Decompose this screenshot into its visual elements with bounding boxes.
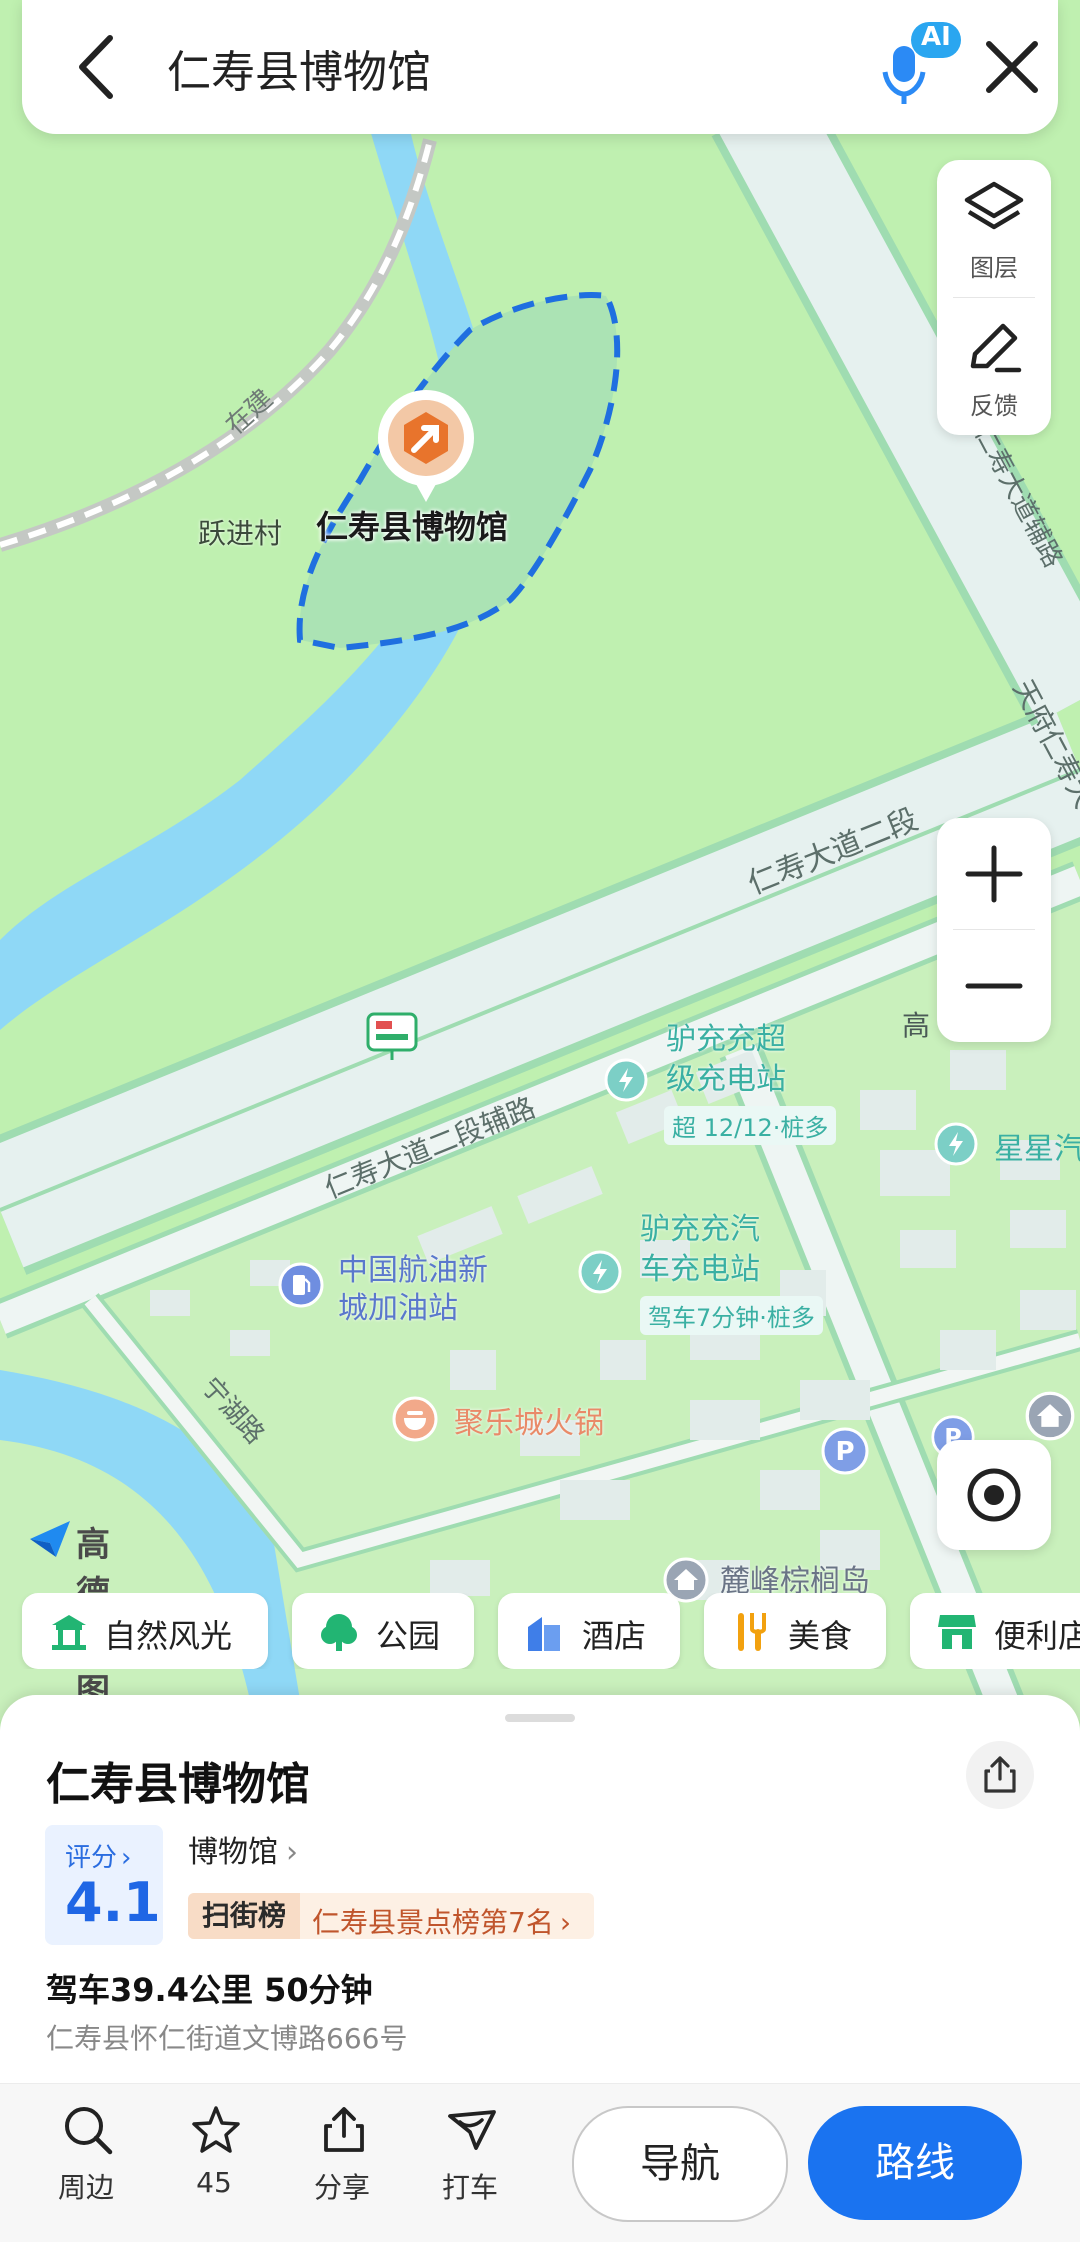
chip-hotel[interactable]: 酒店 xyxy=(498,1593,680,1669)
zoom-in-button[interactable] xyxy=(937,818,1051,930)
feedback-label: 反馈 xyxy=(970,392,1018,420)
taxi-label: 打车 xyxy=(441,2171,498,2204)
category-text: 博物馆 xyxy=(188,1835,278,1870)
restaurant-icon[interactable] xyxy=(392,1396,438,1442)
village-label: 跃进村 xyxy=(198,517,283,550)
charger1-info: 超 12/12·桩多 xyxy=(664,1106,837,1145)
star-icon xyxy=(192,2106,240,2153)
chip-food[interactable]: 美食 xyxy=(704,1593,886,1669)
rating-value: 4.1 xyxy=(65,1871,161,1934)
layers-button[interactable]: 图层 xyxy=(937,160,1051,296)
tree-icon xyxy=(321,1614,357,1651)
svg-text:P: P xyxy=(835,1437,854,1467)
chip-label: 便利店 xyxy=(994,1617,1080,1655)
route-button[interactable]: 路线 xyxy=(808,2106,1022,2220)
plus-icon xyxy=(965,845,1023,903)
chip-scenery[interactable]: 自然风光 xyxy=(22,1593,268,1669)
poi-address: 仁寿县怀仁街道文博路666号 xyxy=(46,2022,408,2055)
drive-info: 驾车39.4公里 50分钟 xyxy=(46,1971,373,2009)
search-query-text[interactable]: 仁寿县博物馆 xyxy=(167,36,431,100)
rating-box[interactable]: 评分 › 4.1 xyxy=(45,1825,163,1945)
chevron-right-icon: › xyxy=(286,1835,298,1870)
residential-icon[interactable] xyxy=(1024,1390,1076,1442)
search-icon xyxy=(65,2107,113,2155)
nearby-label: 周边 xyxy=(57,2171,114,2204)
logo-arrow-icon xyxy=(30,1521,70,1557)
edit-pencil-icon xyxy=(970,323,1022,373)
chip-convenience[interactable]: 便利店 xyxy=(910,1593,1080,1669)
chevron-right-icon: › xyxy=(559,1906,572,1939)
share-action-button[interactable]: 分享 xyxy=(292,2104,392,2214)
gas-line1: 中国航油新 xyxy=(338,1253,488,1288)
charger2-line1: 驴充充汽 xyxy=(640,1212,760,1247)
charger2-line2: 车充电站 xyxy=(640,1252,760,1287)
charging-station-icon[interactable] xyxy=(934,1122,978,1166)
sheet-drag-handle[interactable] xyxy=(505,1714,575,1722)
favorite-count: 45 xyxy=(196,2166,232,2199)
fork-knife-icon xyxy=(738,1613,766,1651)
rank-text: 仁寿县景点榜第7名 › xyxy=(312,1901,571,1941)
map-canvas[interactable]: 仁寿县博物馆 跃进村 在建 仁寿大道二段 仁寿大道二段辅路 仁寿大道辅路 天府仁… xyxy=(0,0,1080,1720)
map-tools-panel: 图层 反馈 xyxy=(937,160,1051,435)
rating-label: 评分 › xyxy=(65,1837,131,1874)
taxi-button[interactable]: 打车 xyxy=(420,2104,520,2214)
bus-stop-icon[interactable] xyxy=(366,1012,418,1062)
rating-label-text: 评分 xyxy=(65,1843,118,1873)
gas-line2: 城加油站 xyxy=(338,1291,458,1326)
zoom-out-button[interactable] xyxy=(937,930,1051,1042)
hotpot-label[interactable]: 聚乐城火锅 xyxy=(454,1398,604,1442)
edge-station-label: 星星汽 xyxy=(994,1132,1080,1167)
poi-title: 仁寿县博物馆 xyxy=(46,1759,310,1810)
rank-text-value: 仁寿县景点榜第7名 xyxy=(312,1906,554,1939)
gas-station-icon[interactable] xyxy=(278,1262,324,1308)
share-button[interactable] xyxy=(966,1741,1034,1809)
ai-voice-button[interactable]: AI xyxy=(877,20,967,110)
charger2-name[interactable]: 驴充充汽 车充电站 xyxy=(640,1210,760,1290)
locate-me-button[interactable] xyxy=(937,1440,1051,1550)
navigate-button[interactable]: 导航 xyxy=(572,2106,788,2222)
parking-icon[interactable]: P xyxy=(820,1426,870,1476)
ranking-tag[interactable]: 扫街榜 仁寿县景点榜第7名 › xyxy=(188,1893,594,1939)
back-arrow-icon[interactable] xyxy=(62,28,132,106)
search-bar[interactable]: 仁寿县博物馆 AI xyxy=(22,0,1058,134)
charging-station-icon[interactable] xyxy=(604,1058,648,1102)
share-icon xyxy=(324,2107,364,2152)
edge-gao-label: 高 xyxy=(902,1009,931,1042)
chip-label: 美食 xyxy=(788,1617,853,1655)
charger1-line1: 驴充充超 xyxy=(666,1022,786,1057)
action-bar: 周边 45 分享 打车 导航 路线 xyxy=(0,2083,1080,2242)
favorite-button[interactable]: 45 xyxy=(164,2104,264,2214)
charger2-info: 驾车7分钟·桩多 xyxy=(640,1296,823,1335)
poi-category[interactable]: 博物馆 › xyxy=(188,1827,298,1871)
pavilion-icon xyxy=(52,1615,86,1650)
layers-icon xyxy=(964,181,1024,230)
chevron-right-icon: › xyxy=(121,1843,132,1873)
category-chips: 自然风光 公园 酒店 美食 便利店 xyxy=(0,1593,1080,1669)
charging-station-icon[interactable] xyxy=(578,1250,622,1294)
zoom-panel xyxy=(937,818,1051,1042)
hotel-building-icon xyxy=(528,1617,560,1651)
layers-label: 图层 xyxy=(970,254,1018,282)
gas-station-name[interactable]: 中国航油新 城加油站 xyxy=(338,1252,488,1328)
chip-label: 酒店 xyxy=(582,1617,647,1655)
ai-badge-text: AI xyxy=(921,22,951,52)
chip-label: 自然风光 xyxy=(104,1617,233,1655)
rank-badge: 扫街榜 xyxy=(188,1893,300,1939)
map-background xyxy=(0,0,1080,1720)
feedback-button[interactable]: 反馈 xyxy=(937,298,1051,434)
charger1-name[interactable]: 驴充充超 级充电站 xyxy=(666,1020,786,1100)
taxi-icon xyxy=(448,2110,496,2150)
chip-label: 公园 xyxy=(376,1617,441,1655)
share-label: 分享 xyxy=(313,2171,370,2204)
museum-map-label[interactable]: 仁寿县博物馆 xyxy=(316,502,508,548)
share-icon xyxy=(984,1756,1016,1793)
minus-icon xyxy=(965,983,1023,989)
nearby-button[interactable]: 周边 xyxy=(36,2104,136,2214)
close-icon[interactable] xyxy=(977,32,1047,102)
chip-park[interactable]: 公园 xyxy=(292,1593,474,1669)
charger1-line2: 级充电站 xyxy=(666,1062,786,1097)
location-target-icon xyxy=(967,1468,1021,1522)
museum-marker-icon[interactable] xyxy=(376,390,476,506)
store-icon xyxy=(938,1615,976,1649)
